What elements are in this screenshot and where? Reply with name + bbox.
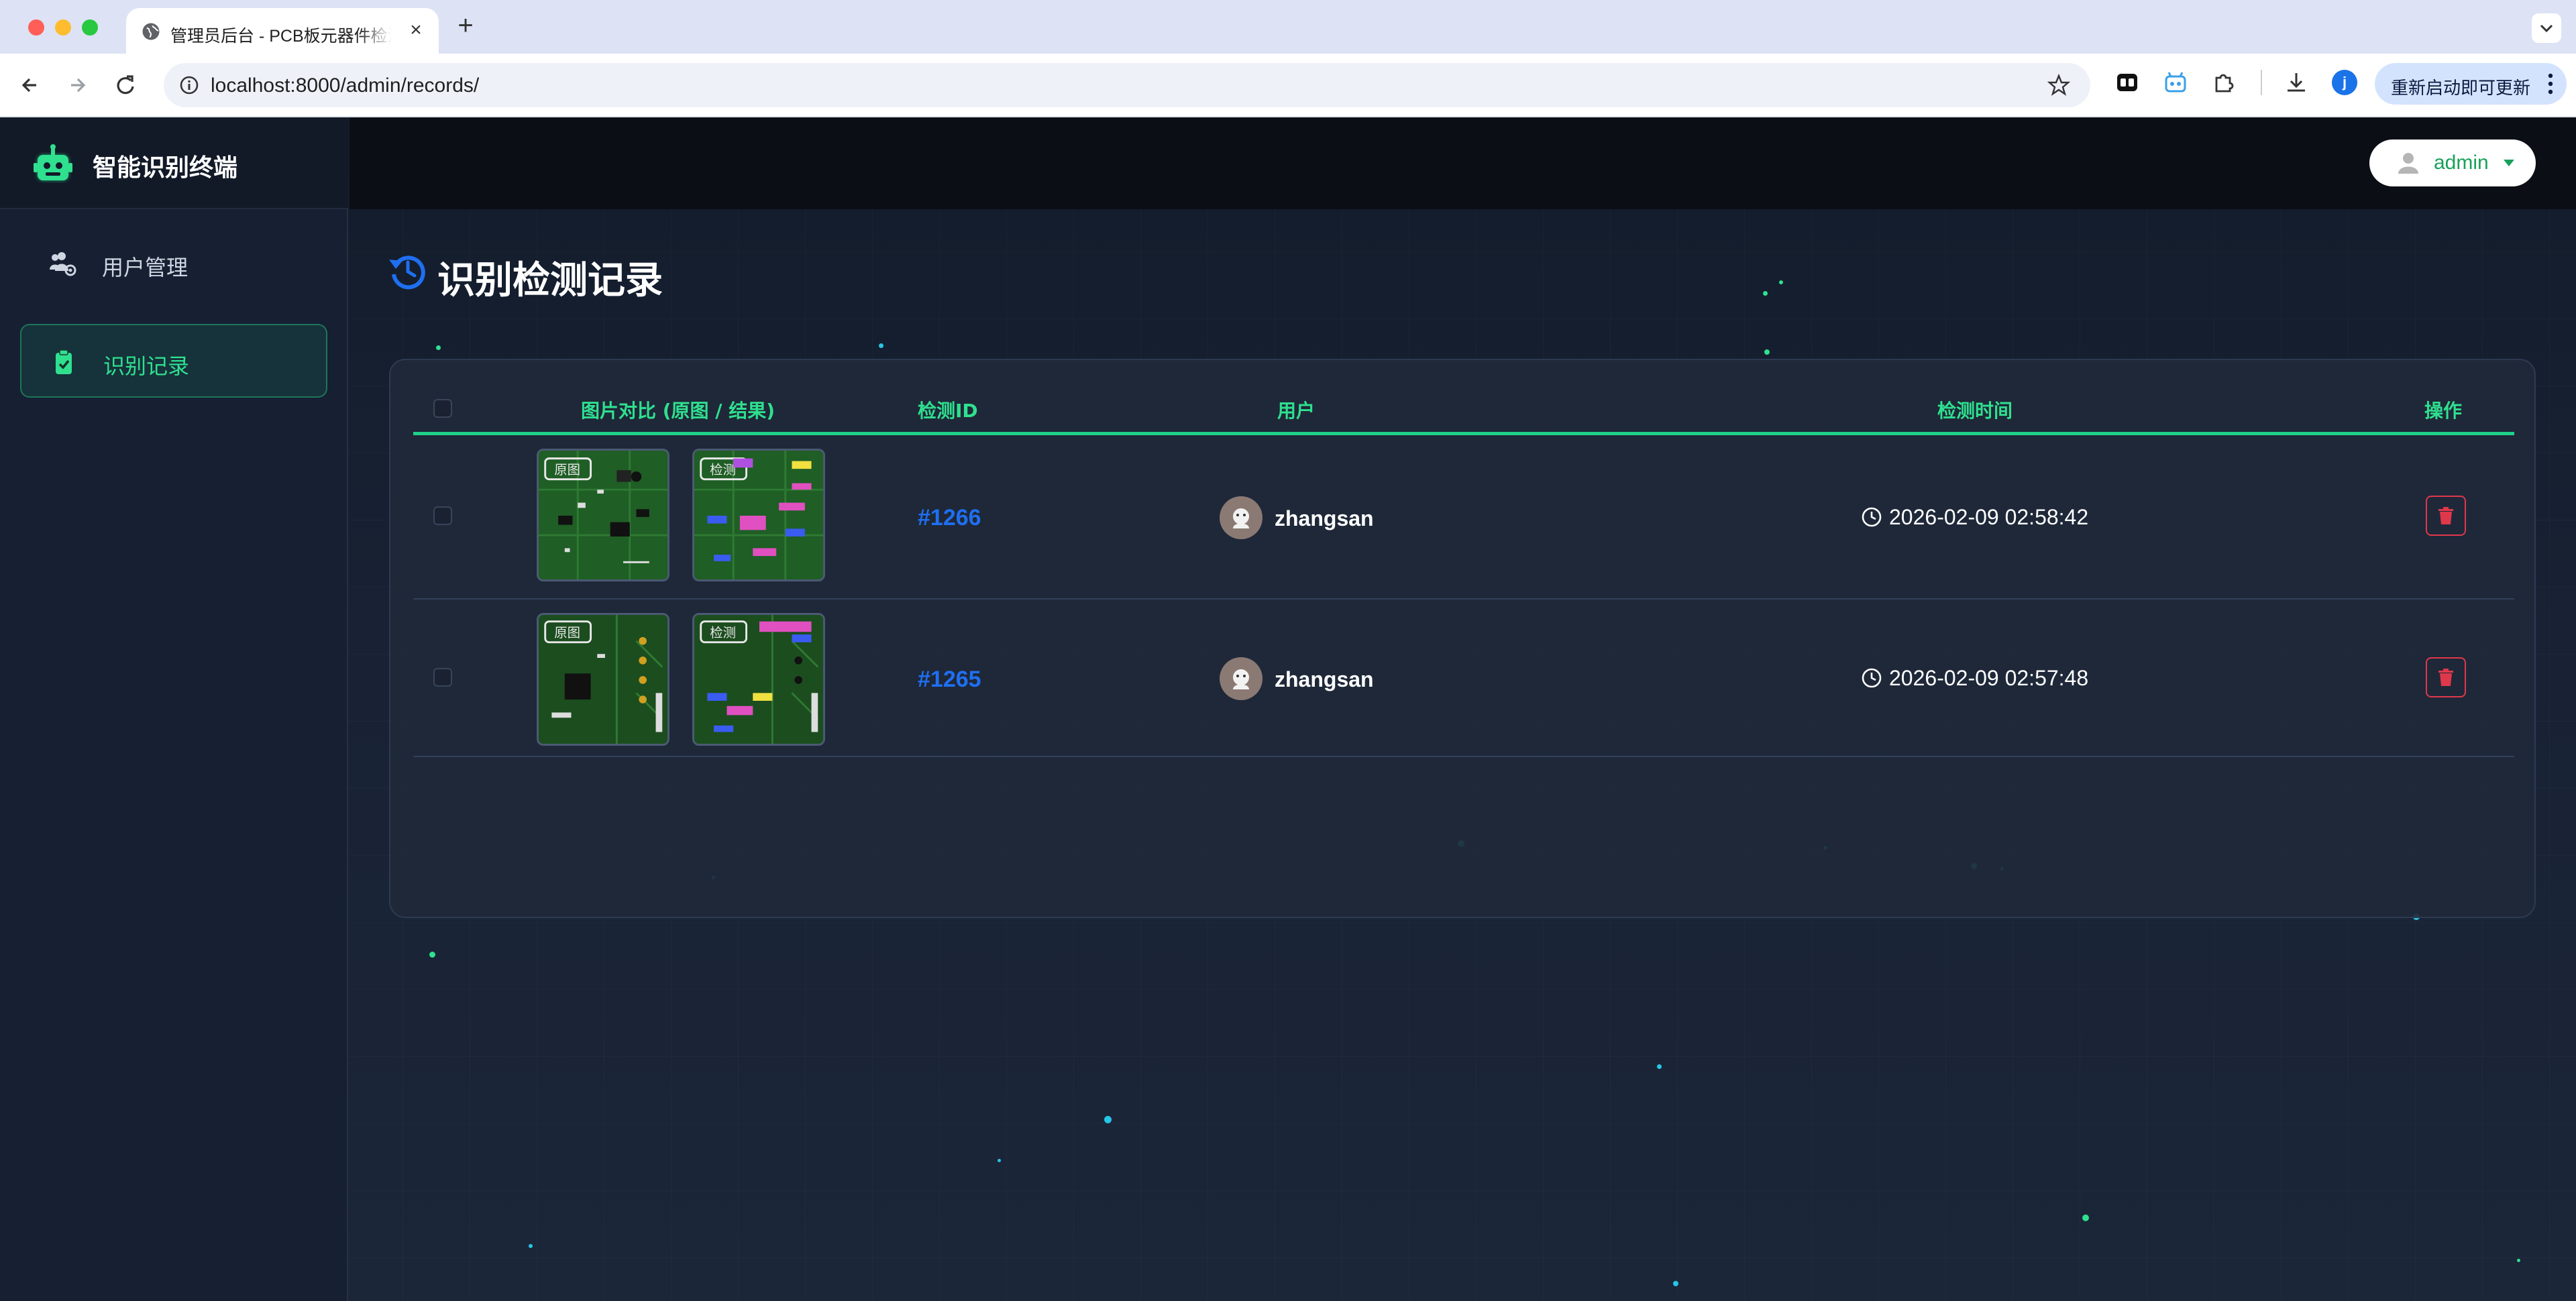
top-bar: admin [350, 117, 2576, 209]
result-image-thumbnail[interactable]: 检测 [692, 613, 825, 746]
original-tag: 原图 [554, 463, 580, 477]
download-icon[interactable] [2284, 70, 2309, 95]
record-id[interactable]: #1266 [918, 505, 981, 531]
update-label: 重新启动即可更新 [2391, 78, 2531, 98]
table-row: 原图 检测 [413, 435, 2514, 600]
particle [1657, 1064, 1662, 1069]
brand-name: 智能识别终端 [93, 154, 238, 182]
toolbar-divider [2261, 70, 2262, 95]
clock-icon [1862, 507, 1882, 527]
more-vertical-icon[interactable] [2546, 71, 2555, 97]
result-tag: 检测 [710, 626, 736, 640]
records-table: 图片对比 (原图 / 结果) 检测ID 用户 检测时间 操作 原图 检测 #12… [413, 382, 2514, 757]
records-card: 图片对比 (原图 / 结果) 检测ID 用户 检测时间 操作 原图 检测 #12… [389, 359, 2536, 918]
original-image-thumbnail[interactable]: 原图 [537, 613, 669, 746]
particle [429, 952, 435, 958]
avatar [1220, 657, 1263, 700]
user-dropdown[interactable]: admin [2369, 139, 2536, 186]
trash-icon [2438, 669, 2453, 686]
record-id[interactable]: #1265 [918, 667, 981, 693]
user-icon [2398, 153, 2418, 174]
brand: 智能识别终端 [0, 117, 348, 209]
maximize-window-button[interactable] [82, 19, 98, 36]
profile-avatar[interactable]: j [2332, 70, 2357, 95]
tab-title: 管理员后台 - PCB板元器件检测系统 [170, 27, 392, 46]
clock-icon [1862, 668, 1882, 688]
row-checkbox[interactable] [433, 668, 452, 687]
result-image-thumbnail[interactable]: 检测 [692, 449, 825, 581]
particle [2517, 1259, 2520, 1262]
robot-icon [34, 144, 72, 180]
particle [1104, 1116, 1112, 1123]
history-icon [389, 256, 425, 290]
table-row: 原图 检测 [413, 600, 2514, 757]
back-arrow-icon[interactable] [13, 68, 47, 102]
particle [436, 345, 441, 350]
particle [1779, 280, 1783, 284]
particle [2082, 1214, 2089, 1221]
original-tag: 原图 [554, 626, 580, 640]
extensions-puzzle-icon[interactable] [2211, 70, 2237, 95]
column-header-actions: 操作 [2424, 400, 2463, 422]
address-bar[interactable]: localhost:8000/admin/records/ [164, 63, 2090, 107]
particle [998, 1159, 1001, 1162]
particle [1673, 1281, 1678, 1286]
url-text: localhost:8000/admin/records/ [211, 74, 480, 97]
users-gear-icon [50, 252, 76, 276]
caret-down-icon [2504, 160, 2514, 166]
browser-tab[interactable]: 管理员后台 - PCB板元器件检测系统 × [126, 8, 439, 54]
particle [1763, 291, 1768, 296]
detection-time: 2026-02-09 02:57:48 [1889, 666, 2089, 690]
username: zhangsan [1275, 506, 1374, 530]
result-tag: 检测 [710, 463, 736, 477]
robot-extension-icon[interactable] [2163, 70, 2188, 95]
browser-tab-bar: 管理员后台 - PCB板元器件检测系统 × + [0, 0, 2576, 54]
user-avatar-icon [1233, 669, 1249, 689]
page-viewport: 智能识别终端 用户管理 识别记录 admin 识别检测记录 图片对比 (原图 /… [0, 117, 2576, 1301]
delete-button[interactable] [2426, 496, 2466, 536]
globe-icon [142, 23, 160, 40]
particle [529, 1244, 533, 1248]
close-window-button[interactable] [28, 19, 44, 36]
clipboard-check-icon [56, 349, 72, 374]
column-header-images: 图片对比 (原图 / 结果) [581, 400, 775, 422]
column-header-id: 检测ID [918, 400, 978, 422]
bookmark-star-icon[interactable] [2047, 74, 2070, 97]
avatar [1220, 496, 1263, 539]
particle [1764, 349, 1770, 355]
column-header-user: 用户 [1277, 400, 1316, 422]
relaunch-update-button[interactable]: 重新启动即可更新 [2375, 63, 2567, 105]
browser-toolbar: localhost:8000/admin/records/ [0, 54, 2576, 117]
site-info-icon[interactable] [178, 74, 200, 96]
minimize-window-button[interactable] [55, 19, 71, 36]
trash-icon [2438, 507, 2453, 524]
new-tab-button[interactable]: + [451, 12, 480, 42]
delete-button[interactable] [2426, 657, 2466, 697]
tab-search-chevron-icon[interactable] [2532, 13, 2561, 43]
particle [879, 343, 883, 348]
reload-icon[interactable] [109, 68, 142, 102]
row-checkbox[interactable] [433, 506, 452, 525]
sidebar: 智能识别终端 用户管理 识别记录 [0, 117, 348, 1301]
table-header: 图片对比 (原图 / 结果) 检测ID 用户 检测时间 操作 [413, 382, 2514, 435]
page-title: 识别检测记录 [437, 259, 663, 302]
user-avatar-icon [1233, 508, 1249, 528]
username: zhangsan [1275, 667, 1374, 691]
detection-time: 2026-02-09 02:58:42 [1889, 505, 2089, 529]
tab-close-icon[interactable]: × [405, 20, 427, 42]
sidebar-item-records[interactable]: 识别记录 [20, 324, 327, 398]
sidebar-item-users[interactable]: 用户管理 [20, 227, 327, 300]
original-image-thumbnail[interactable]: 原图 [537, 449, 669, 581]
select-all-checkbox[interactable] [433, 399, 452, 418]
sidebar-item-label: 识别记录 [103, 353, 190, 379]
user-dropdown-name: admin [2434, 152, 2489, 174]
column-header-time: 检测时间 [1937, 400, 2013, 422]
extension-app-icon[interactable] [2114, 70, 2140, 95]
forward-arrow-icon[interactable] [60, 68, 94, 102]
sidebar-item-label: 用户管理 [102, 255, 189, 280]
